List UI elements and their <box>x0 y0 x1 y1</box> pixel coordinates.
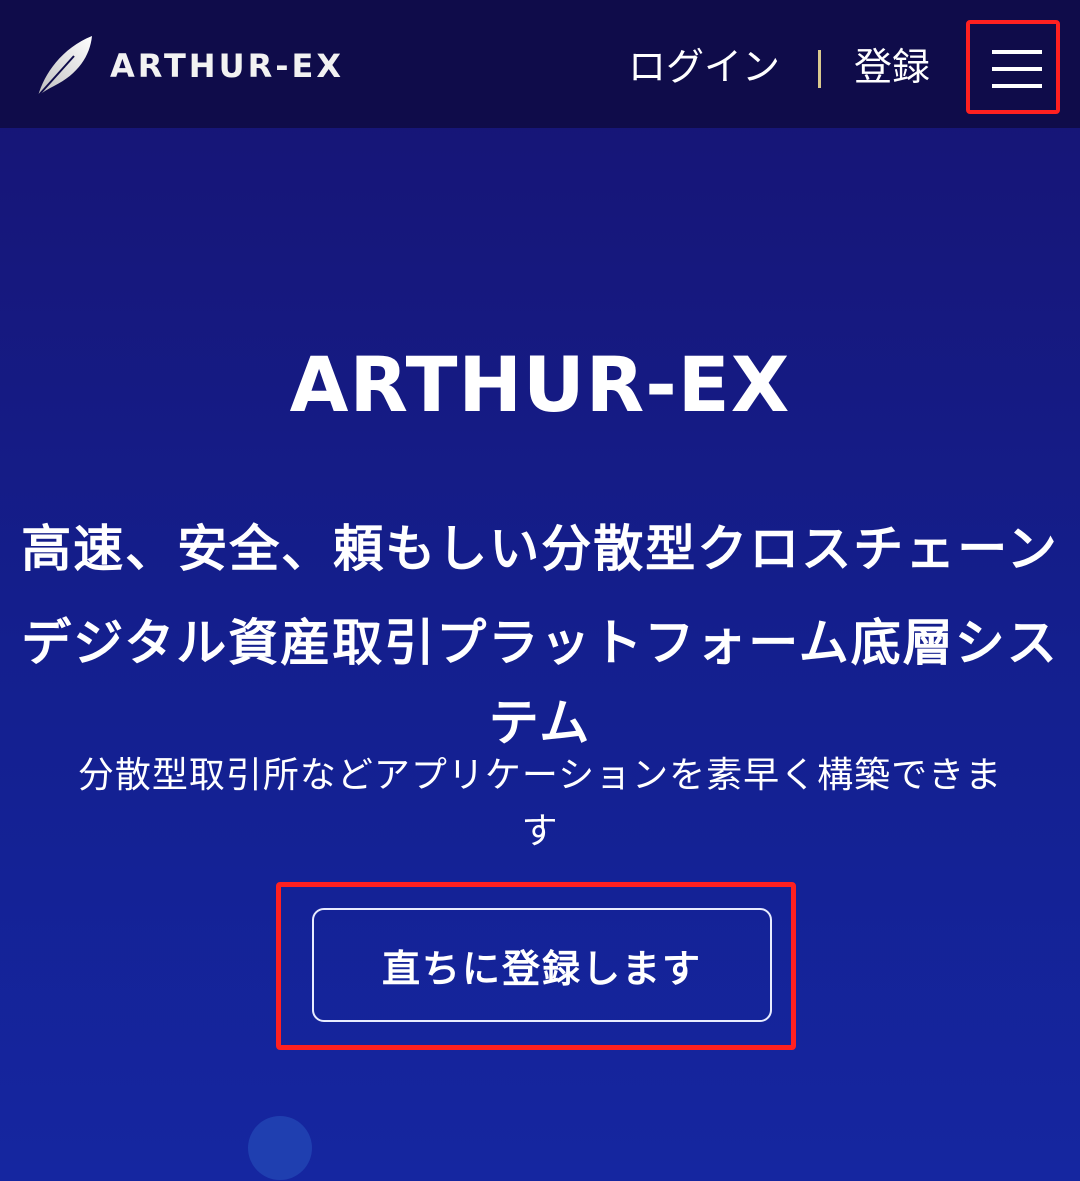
register-now-button[interactable]: 直ちに登録します <box>312 908 772 1022</box>
hero-subheading: 分散型取引所などアプリケーションを素早く構築できま す <box>10 748 1070 860</box>
nav-separator <box>818 50 821 88</box>
decorative-circle <box>248 1116 312 1180</box>
hero-heading: 高速、安全、頼もしい分散型クロスチェーン デジタル資産取引プラットフォーム底層シ… <box>0 502 1080 770</box>
feather-logo-icon <box>37 36 92 97</box>
hamburger-icon <box>992 50 1042 88</box>
hero-heading-line1: 高速、安全、頼もしい分散型クロスチェーン <box>21 520 1059 578</box>
login-link[interactable]: ログイン <box>628 42 780 92</box>
top-header: ARTHUR-EX ログイン 登録 <box>0 0 1080 128</box>
hero-subheading-line1: 分散型取引所などアプリケーションを素早く構築できま <box>77 755 1003 796</box>
hero-subheading-line2: す <box>521 811 559 852</box>
menu-button[interactable] <box>966 20 1060 114</box>
register-link[interactable]: 登録 <box>854 42 930 92</box>
hero-title: ARTHUR-EX <box>289 340 791 429</box>
hero-heading-line2: デジタル資産取引プラットフォーム底層シス <box>21 614 1059 672</box>
logo[interactable]: ARTHUR-EX <box>34 34 344 98</box>
logo-text: ARTHUR-EX <box>110 47 345 85</box>
